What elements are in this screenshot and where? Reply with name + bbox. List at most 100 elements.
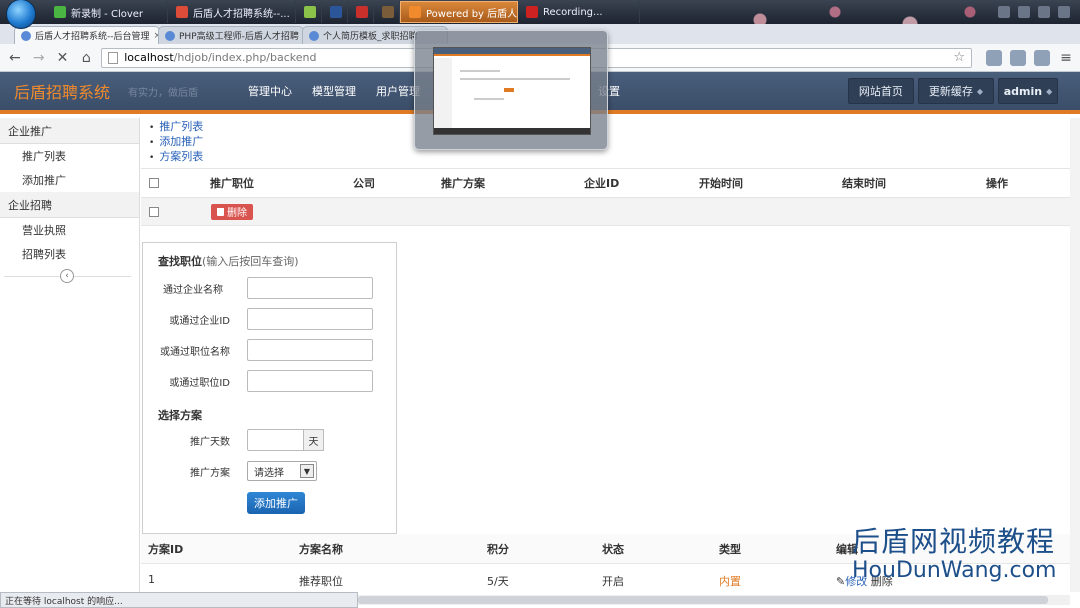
table-header: 推广职位 公司 推广方案 企业ID 开始时间 结束时间 操作 — [141, 168, 1080, 198]
nav-model-manage[interactable]: 模型管理 — [302, 72, 366, 110]
link-add-promotion[interactable]: 添加推广 — [149, 135, 1080, 150]
taskbar-task[interactable]: Recording... — [518, 1, 640, 23]
promotion-table: 推广职位 公司 推广方案 企业ID 开始时间 结束时间 操作 删除 — [141, 168, 1080, 226]
field-job-name: 或通过职位名称 — [143, 339, 398, 361]
collapse-chevron-icon[interactable]: ‹ — [60, 269, 74, 283]
field-company-id: 或通过企业ID — [143, 308, 398, 330]
row-actions: ✎修改 删除 — [836, 573, 893, 589]
favicon-icon — [165, 30, 175, 41]
company-name-input[interactable] — [247, 277, 373, 299]
admin-menu[interactable]: admin ◆ — [998, 78, 1058, 104]
horizontal-scrollbar[interactable] — [358, 595, 1070, 605]
browser-tab-php-job[interactable]: PHP高级工程师-后盾人才招聘 × — [158, 26, 304, 44]
taskbar-thumbnail-preview[interactable] — [414, 30, 608, 150]
taskbar-task[interactable] — [348, 1, 374, 23]
volume-icon[interactable] — [1038, 6, 1050, 18]
sidebar-item-promotion-list[interactable]: 推广列表 — [0, 144, 139, 168]
start-button[interactable] — [6, 0, 36, 29]
tray-icon[interactable] — [998, 6, 1010, 18]
taskbar-task[interactable]: Powered by 后盾人... — [400, 1, 518, 23]
search-title: 查找职位(输入后按回车查询) — [158, 255, 299, 268]
add-promotion-button[interactable]: 添加推广 — [247, 492, 305, 514]
sidebar-group-recruit[interactable]: 企业招聘 — [0, 192, 139, 218]
chevron-down-icon: ◆ — [976, 86, 983, 96]
col-actions: 操作 — [986, 177, 1008, 190]
tray-icon[interactable] — [1018, 6, 1030, 18]
app-icon — [409, 6, 421, 18]
sidebar-item-add-promotion[interactable]: 添加推广 — [0, 168, 139, 192]
col-job: 推广职位 — [210, 177, 254, 190]
taskbar-task[interactable]: 新录制 - Clover — [46, 1, 168, 23]
bookmark-star-icon[interactable]: ☆ — [953, 50, 965, 65]
taskbar-task[interactable] — [322, 1, 348, 23]
scroll-thumb[interactable] — [358, 596, 1048, 604]
nav-admin-center[interactable]: 管理中心 — [238, 72, 302, 110]
taskbar-task[interactable]: 后盾人才招聘系统--... — [168, 1, 296, 23]
update-cache-button[interactable]: 更新缓存 ◆ — [917, 78, 994, 104]
search-panel: 查找职位(输入后按回车查询) 通过企业名称 或通过企业ID 或通过职位名称 或通… — [142, 242, 397, 534]
edit-link[interactable]: 修改 — [845, 575, 867, 588]
forward-arrow-icon[interactable]: → — [30, 49, 48, 67]
plan-table: 方案ID 方案名称 积分 状态 类型 编辑 1 推荐职位 5/天 开启 内置 ✎… — [141, 534, 1080, 592]
table-row: 1 推荐职位 5/天 开启 内置 ✎修改 删除 — [148, 573, 893, 589]
app-logo[interactable]: 后盾招聘系统 — [0, 79, 128, 103]
site-home-button[interactable]: 网站首页 — [847, 78, 914, 104]
sidebar-item-business-license[interactable]: 营业执照 — [0, 218, 139, 242]
edit-icon: ✎ — [836, 575, 846, 588]
sidebar: 企业推广 推广列表 添加推广 企业招聘 营业执照 招聘列表 ‹ — [0, 118, 140, 592]
job-name-input[interactable] — [247, 339, 373, 361]
vertical-scrollbar[interactable] — [1070, 118, 1080, 592]
taskbar-task[interactable] — [296, 1, 322, 23]
field-job-id: 或通过职位ID — [143, 370, 398, 392]
extension-icon[interactable] — [1034, 49, 1051, 66]
days-unit: 天 — [303, 429, 324, 451]
sub-nav: 推广列表 添加推广 方案列表 — [141, 118, 1080, 165]
link-promotion-list[interactable]: 推广列表 — [149, 120, 1080, 135]
task-label: 新录制 - Clover — [71, 8, 144, 20]
days-input[interactable] — [247, 429, 303, 451]
eyedropper-icon[interactable] — [1010, 49, 1027, 66]
delete-link[interactable]: 删除 — [871, 575, 893, 588]
header-actions: 网站首页 更新缓存 ◆ admin ◆ — [847, 78, 1080, 104]
col-start-time: 开始时间 — [699, 177, 743, 190]
extension-icons: ≡ — [986, 49, 1074, 66]
sidebar-item-job-list[interactable]: 招聘列表 — [0, 242, 139, 266]
field-plan: 推广方案 请选择 ▼ — [143, 460, 398, 482]
menu-icon[interactable]: ≡ — [1058, 50, 1074, 66]
stop-icon[interactable]: ✕ — [54, 49, 72, 67]
app-icon — [54, 6, 66, 18]
sidebar-divider: ‹ — [4, 269, 131, 283]
task-label: Powered by 后盾人... — [426, 8, 518, 20]
col-plan: 推广方案 — [441, 177, 485, 190]
chevron-down-icon: ▼ — [300, 464, 314, 478]
favicon-icon — [21, 30, 31, 41]
link-plan-list[interactable]: 方案列表 — [149, 150, 1080, 165]
windows-taskbar: 新录制 - Clover 后盾人才招聘系统--... Powered by 后盾人.… — [0, 0, 1080, 29]
browser-tab-backend[interactable]: 后盾人才招聘系统--后台管理 × — [14, 26, 160, 44]
app-slogan: 有实力，做后盾 — [128, 87, 198, 99]
field-days: 推广天数 天 — [143, 429, 398, 451]
company-id-input[interactable] — [247, 308, 373, 330]
home-icon[interactable]: ⌂ — [77, 49, 95, 67]
select-all-checkbox[interactable] — [149, 178, 159, 188]
job-id-input[interactable] — [247, 370, 373, 392]
network-icon[interactable] — [1058, 6, 1070, 18]
taskbar-task[interactable] — [374, 1, 400, 23]
table-action-row: 删除 — [141, 198, 1080, 226]
app-icon — [382, 6, 394, 18]
app-icon — [304, 6, 316, 18]
delete-button[interactable]: 删除 — [211, 203, 253, 220]
favicon-icon — [309, 30, 319, 41]
chevron-down-icon: ◆ — [1046, 86, 1053, 96]
page-icon — [108, 51, 119, 64]
sidebar-group-promotion[interactable]: 企业推广 — [0, 118, 139, 144]
back-arrow-icon[interactable]: ← — [6, 49, 24, 67]
extension-icon[interactable] — [986, 49, 1003, 66]
plan-select[interactable]: 请选择 ▼ — [247, 461, 317, 481]
field-company-name: 通过企业名称 — [143, 277, 398, 299]
system-tray — [998, 6, 1080, 18]
row-checkbox[interactable] — [149, 206, 159, 217]
task-label: 后盾人才招聘系统--... — [193, 8, 290, 20]
plan-section-title: 选择方案 — [158, 409, 202, 422]
col-company: 公司 — [353, 177, 375, 190]
